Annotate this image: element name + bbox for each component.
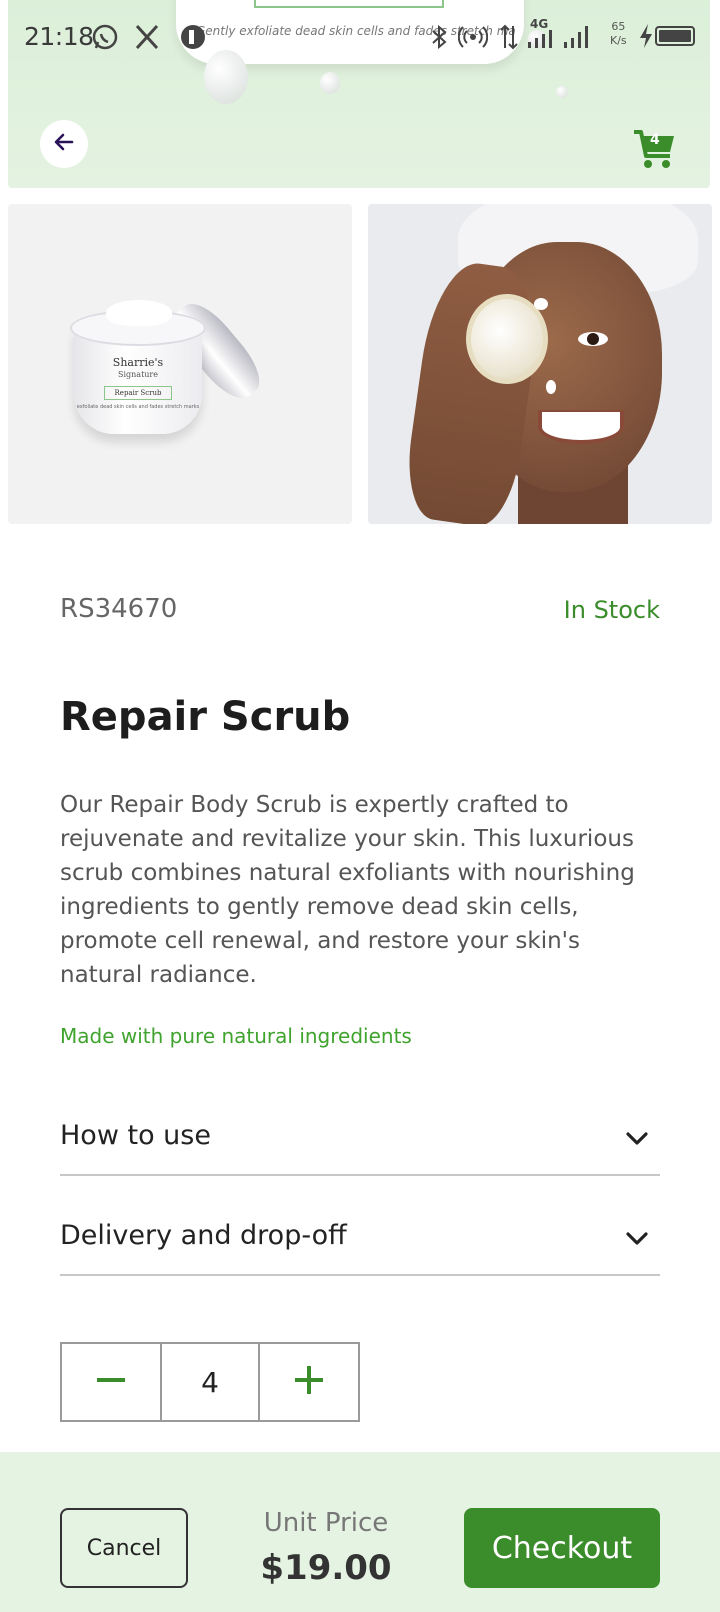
minus-icon [95, 1364, 127, 1400]
checkout-bar: Cancel Unit Price $19.00 Checkout [0, 1452, 720, 1612]
unit-price-value: $19.00 [260, 1548, 392, 1588]
accordion-how-to-use[interactable]: How to use [60, 1098, 660, 1176]
chevron-down-icon [624, 1126, 650, 1152]
cream-drop [556, 86, 568, 98]
cart-count-badge: 4 [650, 132, 660, 148]
accordion-label: Delivery and drop-off [60, 1220, 347, 1251]
product-title: Repair Scrub [60, 694, 351, 740]
whatsapp-icon [90, 22, 120, 52]
accordion-label: How to use [60, 1120, 211, 1151]
product-sku: RS34670 [60, 594, 178, 624]
decrease-quantity-button[interactable] [62, 1344, 160, 1420]
unit-price-label: Unit Price [263, 1508, 389, 1538]
checkout-button[interactable]: Checkout [464, 1508, 660, 1588]
cart-icon [632, 130, 676, 174]
quantity-stepper: 4 [60, 1342, 360, 1422]
arrow-left-icon [52, 130, 76, 158]
product-detail-screen: Gently exfoliate dead skin cells and fad… [0, 0, 720, 1612]
product-image-jar[interactable]: Sharrie's Signature Repair Scrub exfolia… [8, 204, 352, 524]
back-button[interactable] [40, 120, 88, 168]
cancel-button[interactable]: Cancel [60, 1508, 188, 1588]
accordion-delivery[interactable]: Delivery and drop-off [60, 1198, 660, 1276]
plus-icon [293, 1364, 325, 1400]
network-type: 4G [530, 17, 549, 31]
quantity-value[interactable]: 4 [160, 1344, 260, 1420]
hotspot-icon [457, 22, 489, 52]
data-arrows-icon [494, 22, 524, 52]
chevron-down-icon [624, 1226, 650, 1252]
jar-tagline: exfoliate dead skin cells and fades stre… [76, 404, 200, 410]
battery-icon [655, 26, 695, 46]
network-speed: 65 K/s [610, 20, 627, 47]
x-icon [132, 22, 162, 52]
signal-icon: 4G [524, 18, 564, 52]
product-image-model[interactable] [368, 204, 712, 524]
status-time: 21:18 [24, 22, 94, 51]
natural-ingredients-note: Made with pure natural ingredients [60, 1024, 412, 1048]
stock-status: In Stock [563, 596, 660, 624]
increase-quantity-button[interactable] [260, 1344, 358, 1420]
bluetooth-icon [424, 22, 454, 52]
charging-icon [638, 24, 654, 54]
status-bar: 21:18 4G 65 K/s [0, 0, 720, 72]
cart-button[interactable]: 4 [632, 126, 676, 170]
jar-product-label: Repair Scrub [104, 386, 172, 400]
signal-icon-2 [562, 22, 592, 52]
jar-brand-sub-text: Signature [117, 370, 158, 379]
cream-drop [320, 72, 340, 94]
notification-icon [178, 22, 208, 52]
product-description: Our Repair Body Scrub is expertly crafte… [60, 792, 635, 988]
jar-brand-text: Sharrie's [112, 356, 164, 369]
